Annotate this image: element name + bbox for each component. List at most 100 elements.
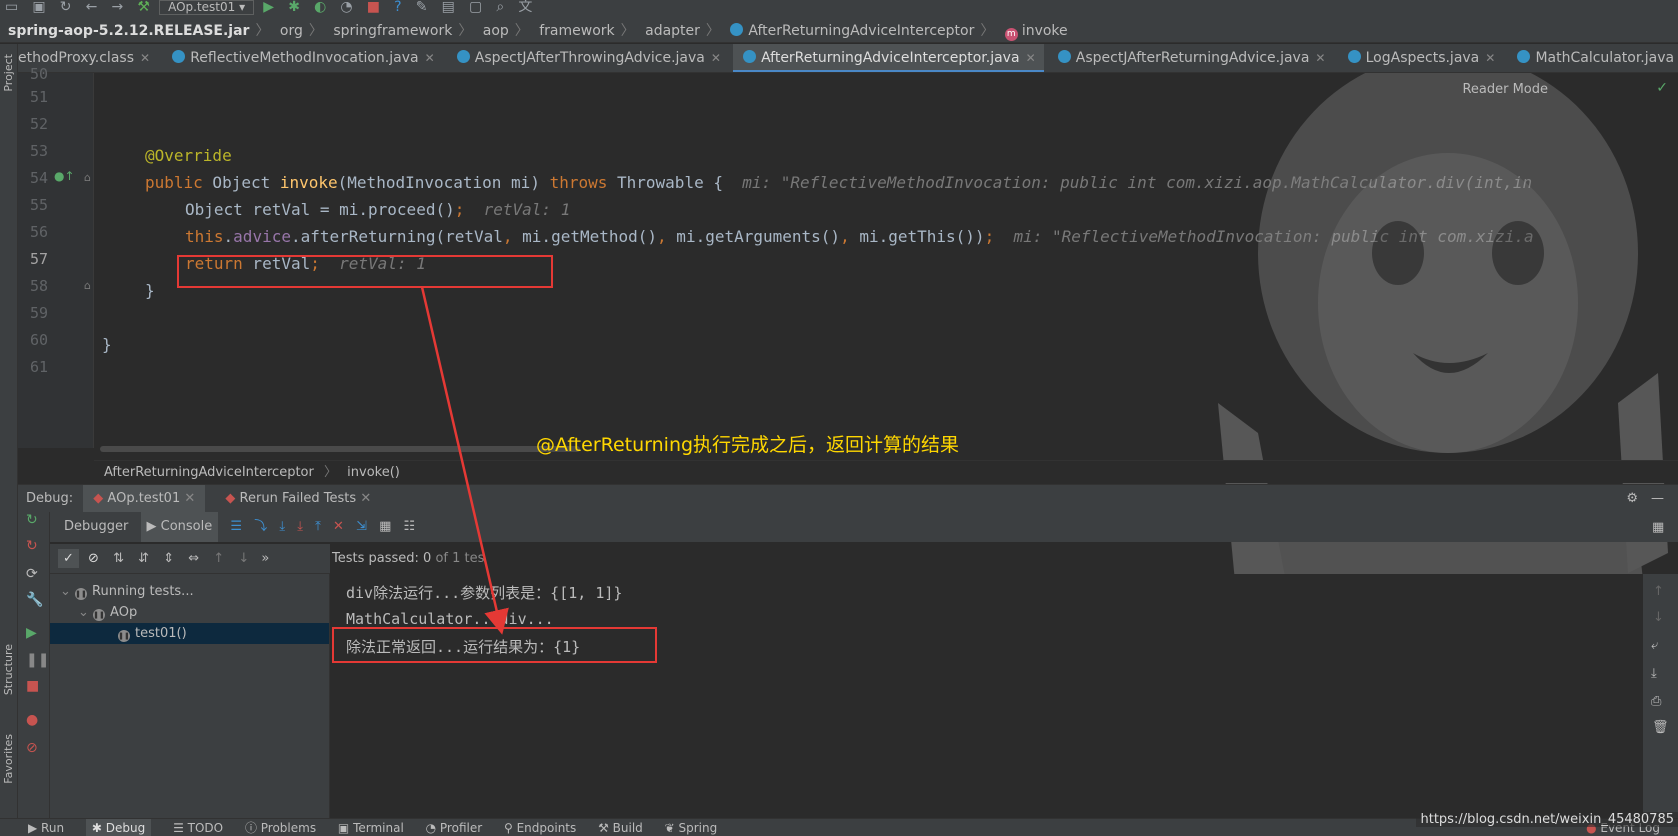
back-icon[interactable]: ←: [86, 0, 98, 14]
breakpoints-icon[interactable]: ●: [26, 712, 38, 728]
fold-icon[interactable]: ⌂: [84, 171, 91, 184]
close-icon[interactable]: ✕: [184, 491, 195, 506]
layout-icon[interactable]: ▦: [1652, 520, 1664, 535]
prev-failed-icon[interactable]: ↑: [208, 549, 229, 568]
chevron-down-icon[interactable]: ⌄: [78, 605, 89, 620]
console-tab[interactable]: ▶ Console: [140, 512, 219, 542]
gear-icon[interactable]: ⚙: [1626, 485, 1638, 513]
breadcrumb-springframework[interactable]: springframework: [333, 20, 452, 43]
menu-icon[interactable]: ☰: [230, 512, 242, 542]
favorites-tool-button[interactable]: Favorites: [2, 734, 15, 784]
debug-tab-rerun[interactable]: ◆ Rerun Failed Tests ✕: [215, 485, 381, 513]
show-execution-point-icon[interactable]: ⤵: [254, 512, 267, 542]
chevron-down-icon[interactable]: ⌄: [60, 584, 71, 599]
drop-frame-icon[interactable]: ✕: [333, 512, 344, 542]
debugger-tab[interactable]: Debugger: [64, 512, 128, 542]
line-gutter[interactable]: 50 51 52 53 54 55 56 57 58 59 60 61 ●↑ ⌂…: [18, 65, 94, 448]
build-tool-button[interactable]: ⚒ Build: [598, 819, 643, 836]
collapse-all-icon[interactable]: ⇔: [183, 549, 204, 568]
rerun-failed-icon[interactable]: ↻: [26, 538, 38, 554]
close-icon[interactable]: ✕: [425, 51, 435, 65]
save-icon[interactable]: ▣: [32, 0, 45, 14]
show-ignored-icon[interactable]: ⊘: [83, 549, 104, 568]
soft-wrap-icon[interactable]: ⤶: [1651, 638, 1658, 653]
tree-row-root[interactable]: ⌄ ❚❚ Running tests...: [50, 581, 329, 602]
nav-crumb-class[interactable]: AfterReturningAdviceInterceptor: [104, 465, 314, 480]
arrow-up-icon[interactable]: ↑: [1653, 584, 1664, 599]
show-passed-icon[interactable]: ✓: [58, 549, 79, 568]
sync-icon[interactable]: ↻: [60, 0, 72, 14]
problems-tool-button[interactable]: ⓘ Problems: [245, 819, 316, 836]
tab-reflective[interactable]: ReflectiveMethodInvocation.java ✕: [162, 44, 442, 72]
settings-icon[interactable]: ✎: [416, 0, 428, 14]
run-tool-button[interactable]: ▶ Run: [28, 819, 64, 836]
evaluate-icon[interactable]: ▦: [379, 512, 391, 542]
next-failed-icon[interactable]: ↓: [233, 549, 254, 568]
resume-icon[interactable]: ▶: [26, 625, 37, 641]
breadcrumb-org[interactable]: org: [280, 20, 303, 43]
run-config-select[interactable]: AOp.test01 ▾: [159, 0, 255, 15]
tree-row-class[interactable]: ⌄ ❚❚ AOp: [50, 602, 329, 623]
nav-crumb-method[interactable]: invoke(): [347, 465, 400, 480]
search-icon[interactable]: ⌕: [496, 0, 504, 14]
debug-icon[interactable]: ✱: [288, 0, 300, 14]
breadcrumb-jar[interactable]: spring-aop-5.2.12.RELEASE.jar: [8, 20, 249, 43]
step-out-icon[interactable]: ⤒: [315, 512, 321, 542]
tab-afterthrowing[interactable]: AspectJAfterThrowingAdvice.java ✕: [447, 44, 729, 72]
tab-afterreturning-advice[interactable]: AspectJAfterReturningAdvice.java ✕: [1048, 44, 1334, 72]
breadcrumb-method[interactable]: invoke: [1022, 20, 1068, 43]
breadcrumb-adapter[interactable]: adapter: [645, 20, 700, 43]
help-icon[interactable]: ?: [394, 0, 401, 14]
more-icon[interactable]: »: [258, 549, 272, 568]
arrow-down-icon[interactable]: ↓: [1653, 610, 1664, 625]
close-icon[interactable]: ✕: [1315, 51, 1325, 65]
horizontal-scrollbar[interactable]: [100, 446, 580, 452]
stop-icon[interactable]: ■: [26, 678, 39, 694]
spring-tool-button[interactable]: ❦ Spring: [665, 819, 718, 836]
fold-icon[interactable]: ⌂: [84, 279, 91, 292]
endpoints-tool-button[interactable]: ⚲ Endpoints: [504, 819, 576, 836]
terminal-tool-button[interactable]: ▣ Terminal: [338, 819, 404, 836]
run-icon[interactable]: ▶: [263, 0, 274, 14]
scroll-to-end-icon[interactable]: ⤓: [1651, 666, 1657, 681]
close-icon[interactable]: ✕: [1026, 51, 1036, 65]
forward-icon[interactable]: →: [112, 0, 124, 14]
clear-icon[interactable]: 🗑: [1652, 720, 1669, 735]
console-output[interactable]: div除法运行...参数列表是：{[1, 1]} MathCalculator.…: [331, 574, 1643, 818]
minimize-icon[interactable]: —: [1651, 485, 1664, 513]
debug-tool-button[interactable]: ✱ Debug: [85, 819, 152, 836]
build-icon[interactable]: ⚒: [137, 0, 150, 14]
structure-icon[interactable]: ▤: [442, 0, 455, 14]
profiler-tool-button[interactable]: ◔ Profiler: [426, 819, 483, 836]
structure-tool-button[interactable]: Structure: [2, 644, 15, 695]
translate-icon[interactable]: 文: [518, 0, 532, 14]
close-icon[interactable]: ✕: [140, 51, 150, 65]
pause-icon[interactable]: ❚❚: [26, 652, 49, 668]
trace-icon[interactable]: ☷: [404, 512, 416, 542]
tab-logaspects[interactable]: LogAspects.java ✕: [1338, 44, 1504, 72]
open-icon[interactable]: ▭: [5, 0, 18, 14]
expand-all-icon[interactable]: ⇕: [158, 549, 179, 568]
close-icon[interactable]: ✕: [711, 51, 721, 65]
mute-breakpoints-icon[interactable]: ⊘: [26, 740, 38, 756]
profile-icon[interactable]: ◔: [340, 0, 352, 14]
step-into-icon[interactable]: ⤓: [297, 512, 303, 542]
override-icon[interactable]: ●↑: [54, 169, 75, 183]
close-icon[interactable]: ✕: [1485, 51, 1495, 65]
breadcrumb-framework[interactable]: framework: [539, 20, 614, 43]
reader-mode-toggle[interactable]: Reader Mode: [1462, 82, 1548, 97]
breadcrumb-aop[interactable]: aop: [483, 20, 509, 43]
debug-tab-test01[interactable]: ◆ AOp.test01 ✕: [83, 485, 206, 513]
sort-duration-icon[interactable]: ⇵: [133, 549, 154, 568]
todo-tool-button[interactable]: ☰ TODO: [173, 819, 223, 836]
project-tool-button[interactable]: Project: [2, 54, 15, 92]
toggle-auto-test-icon[interactable]: ⟳: [26, 566, 38, 582]
sort-alpha-icon[interactable]: ⇅: [108, 549, 129, 568]
breadcrumb-class[interactable]: AfterReturningAdviceInterceptor: [748, 20, 974, 43]
tree-row-method[interactable]: ❚❚ test01(): [50, 623, 329, 644]
tab-afterreturning-interceptor[interactable]: AfterReturningAdviceInterceptor.java ✕: [733, 44, 1044, 72]
close-icon[interactable]: ✕: [360, 491, 371, 506]
coverage-icon[interactable]: ◐: [314, 0, 326, 14]
print-icon[interactable]: ⎙: [1651, 694, 1661, 709]
step-over-icon[interactable]: ⤓: [279, 512, 285, 542]
